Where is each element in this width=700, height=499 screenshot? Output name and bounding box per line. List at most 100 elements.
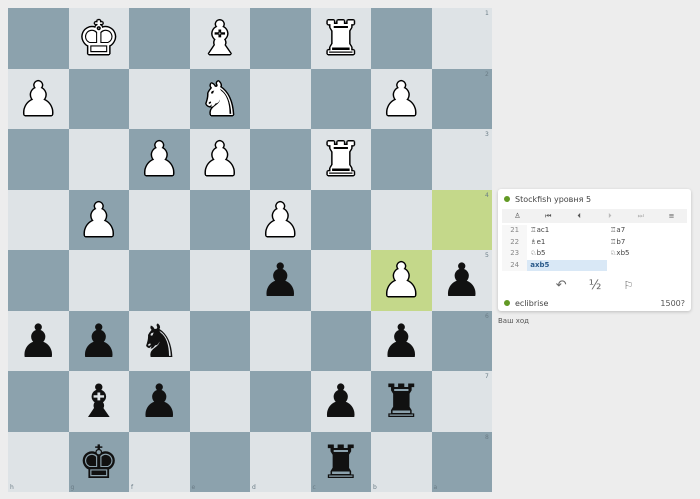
square-h5[interactable] xyxy=(8,250,69,311)
move-number: 23 xyxy=(502,248,528,260)
white-pawn-b5[interactable]: ♟ xyxy=(371,250,432,311)
square-d2[interactable] xyxy=(250,68,311,129)
engine-icon[interactable]: ♙ xyxy=(502,209,533,223)
white-pawn-f3[interactable]: ♟ xyxy=(129,129,190,190)
black-rook-b7[interactable]: ♜ xyxy=(371,371,432,432)
file-label: f xyxy=(131,484,134,491)
next-move-icon[interactable]: ⏵ xyxy=(594,209,625,223)
game-actions: ↶ ½ ⚐ xyxy=(498,276,691,294)
square-h3[interactable] xyxy=(8,129,69,190)
square-h1[interactable] xyxy=(8,8,69,69)
black-move[interactable]: ♖b7 xyxy=(607,237,687,249)
white-king-g1[interactable]: ♚ xyxy=(69,8,130,69)
square-f5[interactable] xyxy=(129,250,190,311)
white-move[interactable]: ♖ac1 xyxy=(527,225,607,237)
move-row: 21 ♖ac1 ♖a7 xyxy=(502,225,687,237)
opponent-row: Stockfish уровня 5 xyxy=(498,191,691,207)
move-row: 22 ♗e1 ♖b7 xyxy=(502,236,687,249)
white-pawn-g4[interactable]: ♟ xyxy=(69,190,130,251)
black-knight-f6[interactable]: ♞ xyxy=(129,311,190,372)
square-a4[interactable] xyxy=(431,189,492,250)
black-move[interactable]: ♖a7 xyxy=(607,225,687,237)
white-move[interactable]: axb5 xyxy=(527,259,608,271)
black-king-g8[interactable]: ♚ xyxy=(69,432,130,493)
square-a3[interactable] xyxy=(431,129,492,190)
opponent-name[interactable]: Stockfish уровня 5 xyxy=(515,195,591,204)
player-name[interactable]: eclibrise xyxy=(515,299,548,308)
black-rook-c8[interactable]: ♜ xyxy=(311,432,372,493)
square-e5[interactable] xyxy=(189,250,250,311)
rank-label: 4 xyxy=(485,191,489,199)
black-pawn-b6[interactable]: ♟ xyxy=(371,311,432,372)
black-move xyxy=(607,260,687,272)
white-move[interactable]: ♘b5 xyxy=(527,248,607,260)
resign-flag-icon[interactable]: ⚐ xyxy=(623,279,633,292)
square-d1[interactable] xyxy=(250,8,311,69)
online-indicator-icon xyxy=(504,300,510,306)
black-pawn-a5[interactable]: ♟ xyxy=(432,250,493,311)
takeback-icon[interactable]: ↶ xyxy=(556,278,567,293)
square-f4[interactable] xyxy=(129,189,190,250)
file-label: e xyxy=(191,484,196,491)
square-b1[interactable] xyxy=(371,8,432,69)
square-a7[interactable] xyxy=(431,371,492,432)
black-pawn-f7[interactable]: ♟ xyxy=(129,371,190,432)
square-e7[interactable] xyxy=(189,371,250,432)
black-pawn-c7[interactable]: ♟ xyxy=(311,371,372,432)
white-pawn-b2[interactable]: ♟ xyxy=(371,69,432,130)
chess-board[interactable]: 1 2 3 4 5 6 7 8 h g f e d c b a ♚ ♝ ♜ ♟ ♞ ♟ ♟ ♟ ♜ ♟ ♟ ♟ ♟ ♟ ♟ ♟ ♞ ♟ ♝ ♟ ♟ ♜ ♚ ♜ xyxy=(8,8,492,492)
square-g3[interactable] xyxy=(68,129,129,190)
last-move-icon[interactable]: ⏭ xyxy=(625,209,656,223)
square-e4[interactable] xyxy=(189,189,250,250)
black-pawn-h6[interactable]: ♟ xyxy=(8,311,69,372)
square-a1[interactable] xyxy=(431,8,492,69)
black-move[interactable]: ♘xb5 xyxy=(607,248,687,260)
square-c6[interactable] xyxy=(310,310,371,371)
black-pawn-g6[interactable]: ♟ xyxy=(69,311,130,372)
white-rook-c3[interactable]: ♜ xyxy=(311,129,372,190)
move-number: 24 xyxy=(502,259,528,271)
square-a2[interactable] xyxy=(431,68,492,129)
square-b3[interactable] xyxy=(371,129,432,190)
square-c4[interactable] xyxy=(310,189,371,250)
square-d8[interactable] xyxy=(250,431,311,492)
square-c2[interactable] xyxy=(310,68,371,129)
square-h8[interactable] xyxy=(8,431,69,492)
square-a8[interactable] xyxy=(431,431,492,492)
file-label: b xyxy=(373,484,377,491)
rank-label: 7 xyxy=(485,373,489,380)
square-h7[interactable] xyxy=(8,371,69,432)
white-pawn-h2[interactable]: ♟ xyxy=(8,69,69,130)
square-h4[interactable] xyxy=(8,189,69,250)
menu-icon[interactable]: ≡ xyxy=(656,209,687,223)
white-move[interactable]: ♗e1 xyxy=(527,237,607,249)
square-e6[interactable] xyxy=(189,310,250,371)
black-bishop-g7[interactable]: ♝ xyxy=(69,371,130,432)
white-rook-c1[interactable]: ♜ xyxy=(311,8,372,69)
square-c5[interactable] xyxy=(310,250,371,311)
rank-label: 6 xyxy=(485,312,489,320)
square-d6[interactable] xyxy=(250,310,311,371)
move-controls: ♙ ⏮ ⏴ ⏵ ⏭ ≡ xyxy=(502,209,687,223)
square-e8[interactable] xyxy=(189,431,250,492)
white-pawn-e3[interactable]: ♟ xyxy=(190,129,251,190)
square-d7[interactable] xyxy=(250,371,311,432)
square-b8[interactable] xyxy=(371,431,432,492)
black-pawn-d5[interactable]: ♟ xyxy=(250,250,311,311)
square-f8[interactable] xyxy=(129,431,190,492)
square-d3[interactable] xyxy=(250,129,311,190)
white-bishop-e1[interactable]: ♝ xyxy=(190,8,251,69)
square-g5[interactable] xyxy=(68,250,129,311)
square-b4[interactable] xyxy=(371,189,432,250)
square-g2[interactable] xyxy=(68,68,129,129)
square-f2[interactable] xyxy=(129,68,190,129)
white-knight-e2[interactable]: ♞ xyxy=(190,69,251,130)
rank-label: 3 xyxy=(485,131,489,138)
square-f1[interactable] xyxy=(129,8,190,69)
draw-offer-icon[interactable]: ½ xyxy=(589,278,602,293)
first-move-icon[interactable]: ⏮ xyxy=(533,209,564,223)
move-number: 22 xyxy=(502,236,528,248)
prev-move-icon[interactable]: ⏴ xyxy=(564,209,595,223)
white-pawn-d4[interactable]: ♟ xyxy=(250,190,311,251)
square-a6[interactable] xyxy=(431,310,492,371)
